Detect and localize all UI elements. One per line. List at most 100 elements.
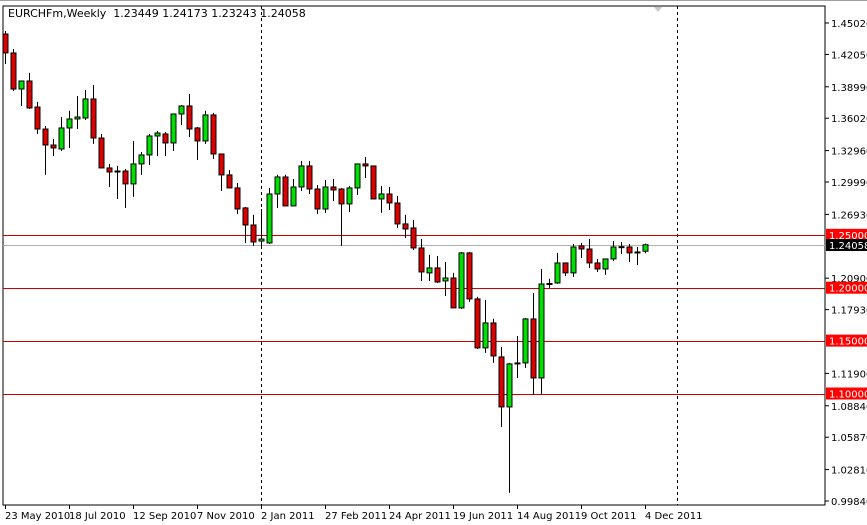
bullish-candle (346, 187, 353, 205)
x-tick-label: 19 Jun 2011 (453, 511, 513, 522)
bearish-candle (530, 318, 537, 379)
bearish-candle (106, 167, 113, 173)
bullish-candle (546, 282, 553, 285)
bearish-candle (634, 251, 641, 254)
bearish-candle (578, 245, 585, 250)
bearish-candle (98, 137, 105, 169)
bearish-candle (474, 298, 481, 349)
y-tick-label: 1.38990 (831, 83, 867, 94)
bullish-candle (458, 252, 465, 309)
bullish-candle (378, 193, 385, 200)
x-tick-label: 2 Jan 2011 (261, 511, 315, 522)
x-tick-label: 24 Apr 2011 (389, 511, 451, 522)
x-tick-label: 23 May 2010 (5, 511, 70, 522)
bearish-candle (226, 174, 233, 189)
bullish-candle (506, 363, 513, 408)
bearish-candle (186, 105, 193, 130)
bullish-candle (610, 246, 617, 260)
candlestick-chart[interactable]: 1.45020 1.42050 1.38990 1.36020 1.32960 1.299… (0, 1, 867, 525)
bullish-candle (554, 262, 561, 284)
bearish-candle (26, 80, 33, 109)
bearish-candle (42, 128, 49, 146)
chart-title: EURCHFm,Weekly 1.23449 1.24173 1.23243 1… (8, 7, 306, 20)
bullish-candle (442, 277, 449, 282)
bullish-candle (274, 176, 281, 195)
bearish-candle (50, 144, 57, 149)
y-tick-label: 1.26930 (831, 210, 867, 221)
bearish-candle (498, 356, 505, 408)
y-tick-label: 1.32960 (831, 147, 867, 158)
y-tick-label: 1.29990 (831, 178, 867, 189)
bullish-candle (170, 113, 177, 144)
bullish-candle (154, 132, 161, 137)
bearish-candle (242, 207, 249, 226)
bullish-candle (538, 283, 545, 379)
bullish-candle (570, 246, 577, 274)
bearish-candle (194, 127, 201, 142)
chart-window[interactable]: 1.45020 1.42050 1.38990 1.36020 1.32960 1.299… (0, 0, 867, 524)
bullish-candle (74, 116, 81, 120)
bearish-candle (626, 246, 633, 254)
bearish-candle (162, 133, 169, 144)
bearish-candle (466, 252, 473, 300)
x-tick-label: 4 Dec 2011 (645, 511, 703, 522)
bearish-candle (490, 322, 497, 357)
bullish-candle (642, 244, 649, 252)
bullish-candle (202, 114, 209, 142)
y-tick-label: 1.36020 (831, 114, 867, 125)
bearish-candle (562, 262, 569, 274)
symbol-timeframe: EURCHFm,Weekly (8, 7, 107, 20)
bullish-candle (618, 246, 625, 249)
bullish-candle (58, 127, 65, 150)
bearish-candle (418, 247, 425, 273)
y-tick-label: 1.02810 (831, 466, 867, 477)
y-tick-label: 1.05870 (831, 433, 867, 444)
bullish-candle (426, 267, 433, 274)
bearish-candle (338, 188, 345, 205)
bearish-candle (2, 33, 9, 54)
bearish-candle (362, 163, 369, 167)
bearish-candle (370, 165, 377, 200)
bearish-candle (330, 186, 337, 191)
level-price-label: 1.20000 (829, 284, 867, 295)
bullish-candle (522, 318, 529, 364)
bullish-candle (178, 105, 185, 115)
bearish-candle (450, 277, 457, 309)
x-tick-label: 7 Nov 2010 (197, 511, 255, 522)
bullish-candle (258, 238, 265, 242)
x-tick-label: 9 Oct 2011 (581, 511, 636, 522)
bearish-candle (234, 187, 241, 210)
bullish-candle (146, 135, 153, 156)
bearish-candle (402, 223, 409, 230)
bearish-candle (410, 227, 417, 249)
bearish-candle (250, 224, 257, 243)
bullish-candle (482, 322, 489, 349)
y-tick-label: 1.08840 (831, 402, 867, 413)
bearish-candle (34, 106, 41, 130)
bearish-candle (434, 267, 441, 283)
y-tick-label: 1.17930 (831, 306, 867, 317)
bullish-candle (322, 186, 329, 210)
bearish-candle (594, 262, 601, 270)
bearish-candle (10, 52, 17, 90)
bullish-candle (18, 80, 25, 90)
y-tick-label: 0.99840 (831, 497, 867, 508)
x-tick-label: 27 Feb 2011 (325, 511, 387, 522)
bullish-candle (602, 258, 609, 270)
bearish-candle (306, 165, 313, 190)
bullish-candle (114, 170, 121, 173)
bullish-candle (290, 186, 297, 207)
bearish-candle (394, 202, 401, 225)
bullish-candle (514, 362, 521, 365)
bullish-candle (82, 98, 89, 119)
bearish-candle (586, 248, 593, 264)
plot-area (2, 5, 826, 506)
bullish-candle (138, 154, 145, 165)
x-tick-label: 14 Aug 2011 (517, 511, 581, 522)
bearish-candle (122, 170, 129, 185)
level-price-label: 1.15000 (829, 337, 867, 348)
y-tick-label: 1.11900 (831, 369, 867, 380)
bullish-candle (66, 118, 73, 129)
y-tick-label: 1.42050 (831, 50, 867, 61)
bearish-candle (218, 153, 225, 176)
